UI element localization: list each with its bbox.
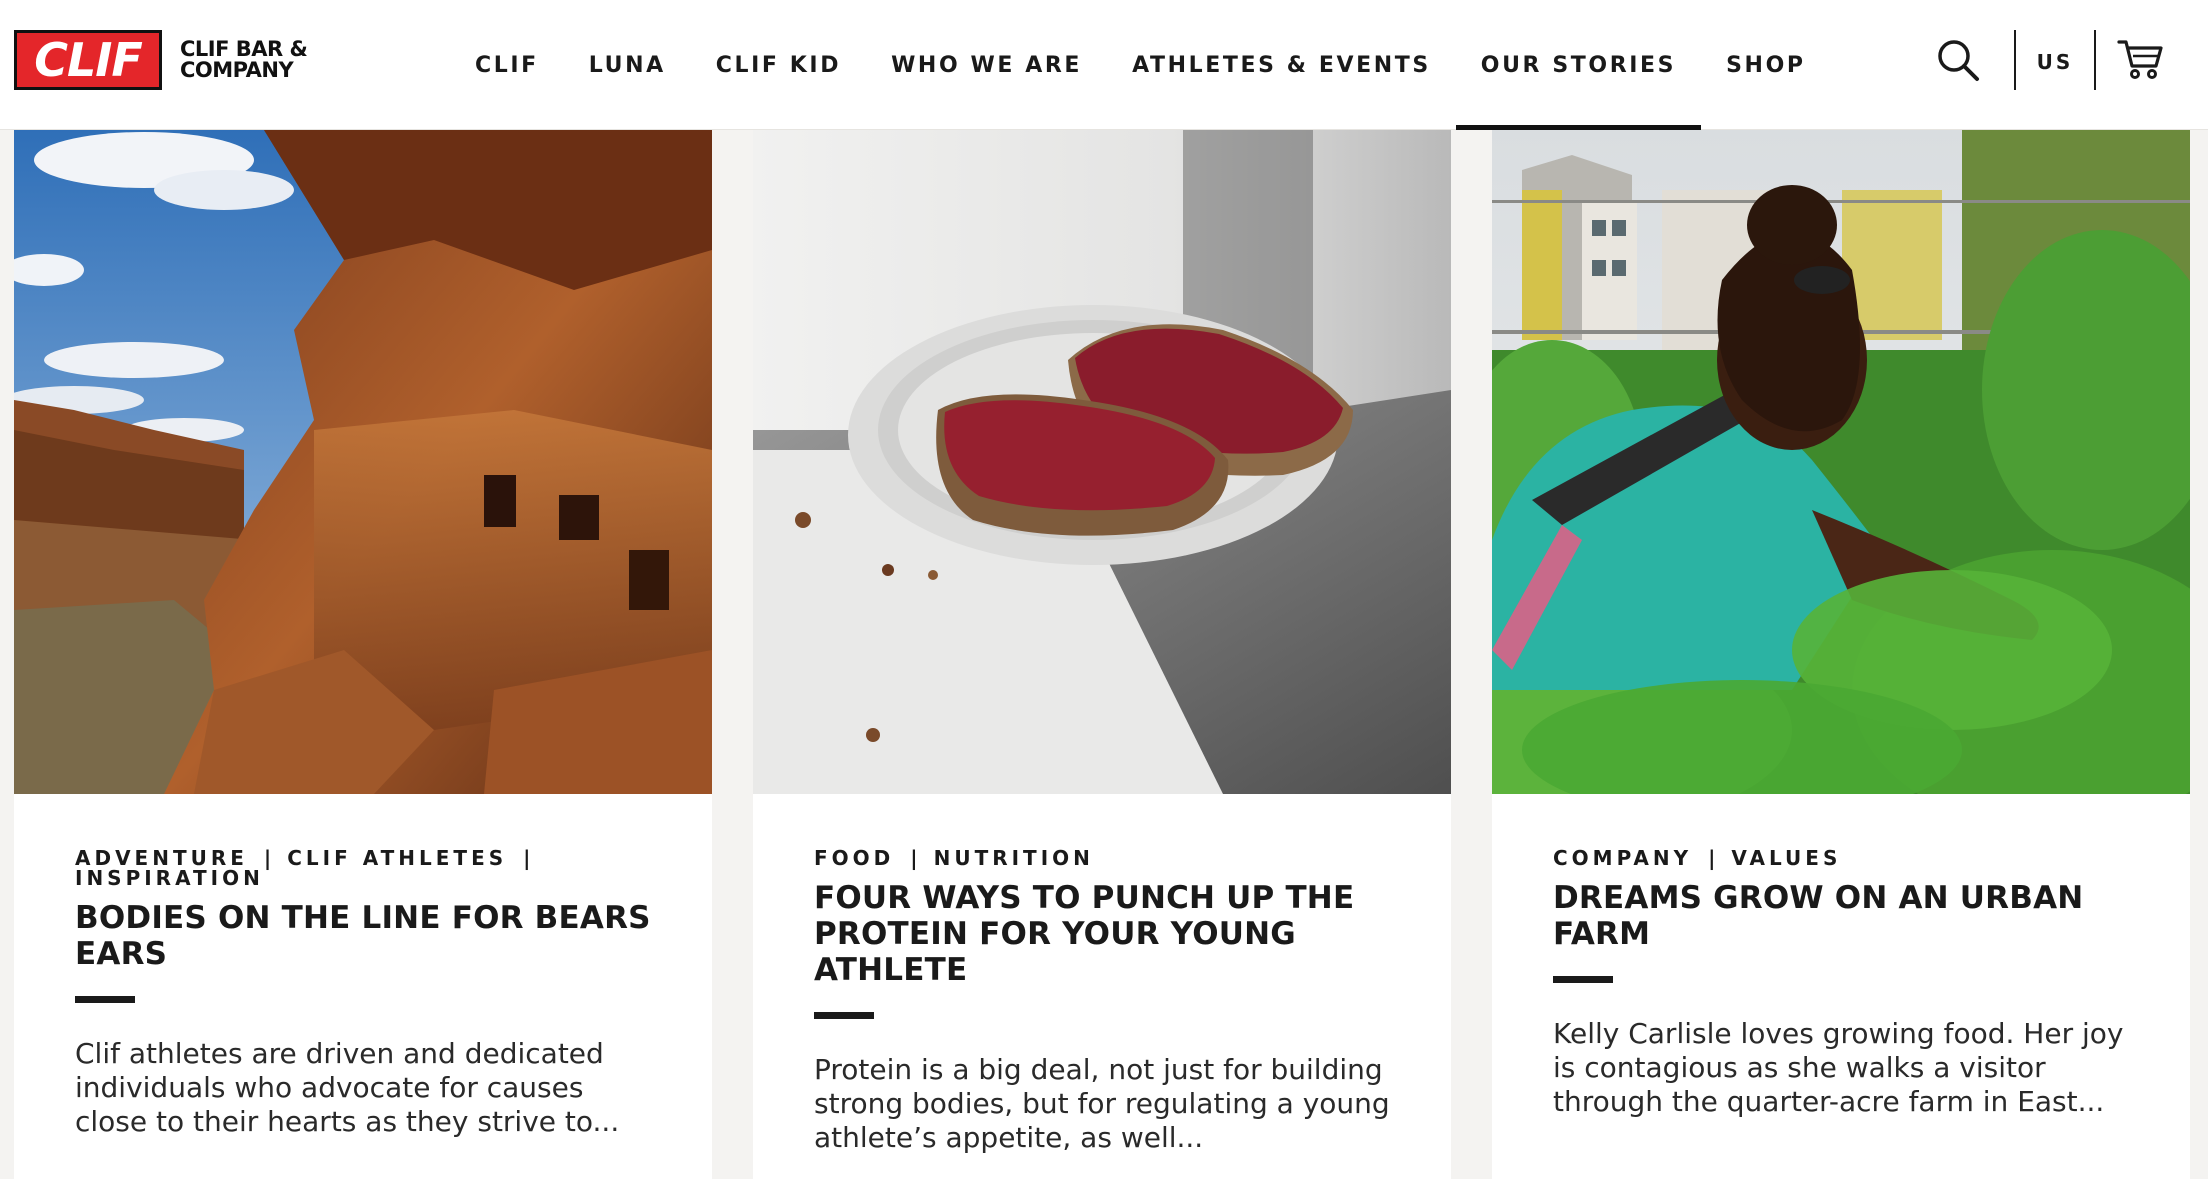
nav-item-clif[interactable]: CLIF <box>450 0 564 130</box>
tag-food[interactable]: FOOD <box>814 846 894 870</box>
story-title[interactable]: FOUR WAYS TO PUNCH UP THE PROTEIN FOR YO… <box>814 880 1414 988</box>
nav-item-clif-kid[interactable]: CLIF KID <box>691 0 866 130</box>
story-excerpt: Kelly Carlisle loves growing food. Her j… <box>1553 1017 2124 1118</box>
region-selector[interactable]: US <box>2018 46 2092 78</box>
clif-logo-mark: CLIF <box>14 30 162 90</box>
company-wordmark: CLIF BAR & COMPANY <box>180 37 308 82</box>
title-rule <box>814 1012 874 1019</box>
story-card-body: ADVENTURE | CLIF ATHLETES | INSPIRATION BODI… <box>75 848 675 1139</box>
company-wordmark-line-1: CLIF BAR & <box>180 37 308 61</box>
story-excerpt: Clif athletes are driven and dedicated i… <box>75 1037 620 1138</box>
story-image-toast[interactable] <box>753 130 1451 794</box>
header-divider <box>2014 30 2016 90</box>
story-tags: ADVENTURE | CLIF ATHLETES | INSPIRATION <box>75 846 531 890</box>
nav-item-luna[interactable]: LUNA <box>564 0 691 130</box>
story-card-body: COMPANY | VALUES DREAMS GROW ON AN URBAN F… <box>1553 848 2153 1119</box>
nav-item-who-we-are[interactable]: WHO WE ARE <box>866 0 1107 130</box>
site-header: CLIF CLIF BAR & COMPANY CLIF LUNA CLIF K… <box>0 0 2208 130</box>
search-icon[interactable] <box>1936 38 1980 82</box>
story-image-canyon[interactable] <box>14 130 712 794</box>
tag-nutrition[interactable]: NUTRITION <box>934 846 1094 870</box>
story-title[interactable]: DREAMS GROW ON AN URBAN FARM <box>1553 880 2153 952</box>
story-excerpt: Protein is a big deal, not just for buil… <box>814 1053 1390 1154</box>
nav-item-shop[interactable]: SHOP <box>1701 0 1830 130</box>
title-rule <box>1553 976 1613 983</box>
story-card[interactable]: COMPANY | VALUES DREAMS GROW ON AN URBAN F… <box>1492 130 2190 1179</box>
main-nav: CLIF LUNA CLIF KID WHO WE ARE ATHLETES &… <box>450 0 1831 130</box>
tag-clif-athletes[interactable]: CLIF ATHLETES <box>287 846 507 870</box>
tag-inspiration[interactable]: INSPIRATION <box>75 866 264 890</box>
story-title[interactable]: BODIES ON THE LINE FOR BEARS EARS <box>75 900 675 972</box>
tag-company[interactable]: COMPANY <box>1553 846 1692 870</box>
cart-icon[interactable] <box>2116 34 2164 82</box>
header-divider <box>2094 30 2096 90</box>
story-tags: COMPANY | VALUES <box>1553 846 1842 870</box>
story-tags: FOOD | NUTRITION <box>814 846 1094 870</box>
company-wordmark-line-2: COMPANY <box>180 58 294 82</box>
nav-item-our-stories[interactable]: OUR STORIES <box>1455 0 1702 130</box>
story-card-body: FOOD | NUTRITION FOUR WAYS TO PUNCH UP THE… <box>814 848 1414 1155</box>
clif-bar-company-logo[interactable]: CLIF CLIF BAR & COMPANY <box>14 30 308 90</box>
nav-item-athletes-events[interactable]: ATHLETES & EVENTS <box>1107 0 1456 130</box>
tag-values[interactable]: VALUES <box>1731 846 1841 870</box>
story-image-urban-farm[interactable] <box>1492 130 2190 794</box>
story-card[interactable]: FOOD | NUTRITION FOUR WAYS TO PUNCH UP THE… <box>753 130 1451 1179</box>
title-rule <box>75 996 135 1003</box>
story-card[interactable]: ADVENTURE | CLIF ATHLETES | INSPIRATION BODI… <box>14 130 712 1179</box>
